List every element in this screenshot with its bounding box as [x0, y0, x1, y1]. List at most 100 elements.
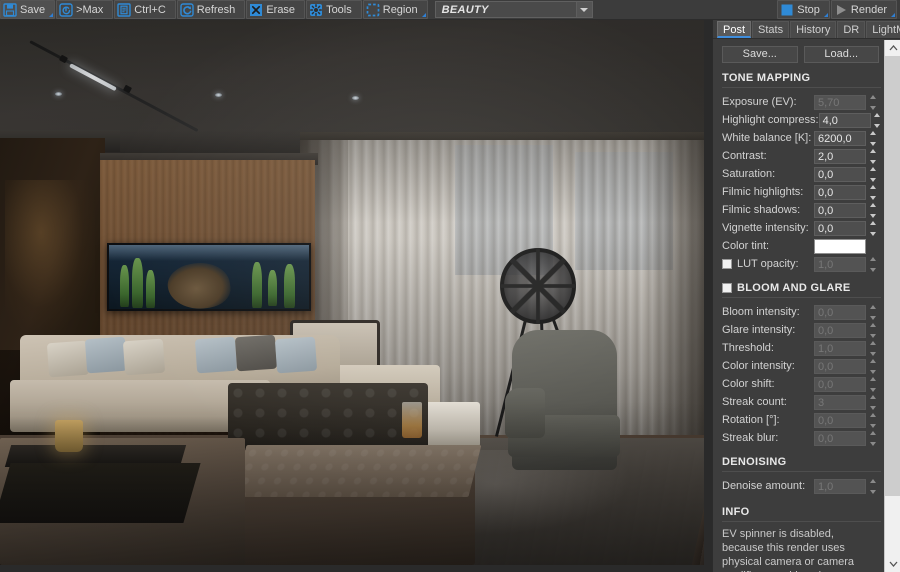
max-transfer-icon [59, 2, 73, 17]
chevron-up-icon [889, 45, 897, 51]
erase-button-label: Erase [266, 3, 296, 16]
glare-intensity-stepper[interactable] [868, 322, 877, 338]
filmic-shadows-label: Filmic shadows: [722, 204, 801, 216]
render-element-select[interactable]: BEAUTY [434, 1, 593, 18]
row-threshold: Threshold: 1,0 [722, 339, 881, 357]
rotation-stepper[interactable] [868, 412, 877, 428]
color-intensity-input[interactable]: 0,0 [814, 358, 866, 374]
threshold-stepper[interactable] [868, 340, 877, 356]
refresh-button[interactable]: Refresh [176, 0, 246, 19]
contrast-input[interactable]: 2,0 [814, 148, 866, 164]
tab-lightmix[interactable]: LightMix [866, 21, 900, 38]
color-intensity-stepper[interactable] [868, 358, 877, 374]
grey-armchair-arm [505, 388, 545, 438]
send-to-max-button[interactable]: >Max [56, 0, 114, 19]
streak-blur-input[interactable]: 0,0 [814, 430, 866, 446]
render-button[interactable]: Render [830, 0, 897, 19]
save-preset-button[interactable]: Save... [722, 46, 798, 63]
render-element-value: BEAUTY [441, 3, 489, 16]
contrast-label: Contrast: [722, 150, 767, 162]
white-balance-input[interactable]: 6200,0 [814, 130, 866, 146]
color-tint-label: Color tint: [722, 240, 770, 252]
load-preset-button[interactable]: Load... [803, 46, 879, 63]
row-white-balance: White balance [K]: 6200,0 [722, 129, 881, 147]
stop-button[interactable]: Stop [777, 0, 830, 19]
section-bloom-and-glare: BLOOM AND GLARE [722, 282, 881, 298]
scroll-up-arrow[interactable] [885, 40, 900, 56]
info-message: EV spinner is disabled, because this ren… [722, 528, 855, 572]
erase-button[interactable]: Erase [246, 0, 306, 19]
copy-button[interactable]: Ctrl+C [114, 0, 176, 19]
exposure-input[interactable]: 5,70 [814, 94, 866, 110]
scroll-down-arrow[interactable] [885, 556, 900, 572]
aquarium-plant [120, 265, 129, 307]
preset-io-row: Save... Load... [722, 46, 881, 63]
vignette-intensity-stepper[interactable] [868, 220, 877, 236]
region-button[interactable]: Region [362, 0, 428, 19]
throw-cushion [274, 336, 318, 374]
tripod-dish-lamp-spokes [500, 248, 576, 324]
white-balance-label: White balance [K]: [722, 132, 812, 144]
section-info-title: INFO [722, 506, 750, 518]
glare-intensity-input[interactable]: 0,0 [814, 322, 866, 338]
lut-opacity-input[interactable]: 1,0 [814, 256, 866, 272]
tab-history-label: History [796, 24, 831, 36]
tab-history[interactable]: History [790, 21, 837, 38]
bloom-and-glare-checkbox[interactable] [722, 283, 732, 293]
scrollbar-thumb[interactable] [885, 56, 900, 496]
tab-post[interactable]: Post [717, 21, 752, 38]
tab-dr[interactable]: DR [837, 21, 866, 38]
streak-count-input[interactable]: 3 [814, 394, 866, 410]
saturation-label: Saturation: [722, 168, 776, 180]
denoise-amount-input[interactable]: 1,0 [814, 478, 866, 494]
filmic-highlights-input[interactable]: 0,0 [814, 184, 866, 200]
filmic-shadows-input[interactable]: 0,0 [814, 202, 866, 218]
denoise-amount-stepper[interactable] [868, 478, 877, 494]
bloom-intensity-input[interactable]: 0,0 [814, 304, 866, 320]
save-button[interactable]: Save [0, 0, 56, 19]
tab-stats[interactable]: Stats [752, 21, 790, 38]
filmic-highlights-label: Filmic highlights: [722, 186, 804, 198]
lut-opacity-stepper[interactable] [868, 256, 877, 272]
render-image[interactable] [0, 20, 704, 565]
white-balance-stepper[interactable] [868, 130, 877, 146]
row-lut-opacity: LUT opacity: 1,0 [722, 255, 881, 273]
gear-icon [309, 3, 323, 17]
exposure-stepper[interactable] [868, 94, 877, 110]
highlight-compress-stepper[interactable] [873, 112, 882, 128]
vfb-window: Save >Max Ctrl+C Refresh Erase Tools Reg… [0, 0, 900, 572]
row-saturation: Saturation: 0,0 [722, 165, 881, 183]
lut-opacity-checkbox[interactable] [722, 259, 732, 269]
aquarium-plant [252, 262, 262, 308]
exposure-label: Exposure (EV): [722, 96, 797, 108]
chevron-down-icon[interactable] [575, 2, 592, 17]
color-shift-input[interactable]: 0,0 [814, 376, 866, 392]
ceiling-spot [215, 93, 222, 97]
vignette-intensity-input[interactable]: 0,0 [814, 220, 866, 236]
clipboard-icon [117, 2, 131, 17]
panel-scrollbar[interactable] [884, 40, 900, 572]
saturation-stepper[interactable] [868, 166, 877, 182]
render-button-label: Render [850, 3, 887, 16]
refresh-icon [180, 2, 194, 17]
bloom-intensity-stepper[interactable] [868, 304, 877, 320]
contrast-stepper[interactable] [868, 148, 877, 164]
throw-cushion [234, 334, 278, 372]
floppy-disk-icon [3, 2, 17, 17]
region-dashed-icon [366, 3, 380, 17]
threshold-input[interactable]: 1,0 [814, 340, 866, 356]
highlight-compress-input[interactable]: 4,0 [818, 112, 871, 128]
saturation-input[interactable]: 0,0 [814, 166, 866, 182]
streak-blur-stepper[interactable] [868, 430, 877, 446]
color-tint-swatch[interactable] [814, 238, 866, 254]
color-shift-stepper[interactable] [868, 376, 877, 392]
throw-cushion [122, 338, 166, 376]
tab-post-label: Post [723, 24, 746, 36]
streak-count-stepper[interactable] [868, 394, 877, 410]
filmic-highlights-stepper[interactable] [868, 184, 877, 200]
rotation-input[interactable]: 0,0 [814, 412, 866, 428]
rotation-label: Rotation [°]: [722, 414, 780, 426]
render-viewport[interactable] [0, 20, 712, 572]
tools-button[interactable]: Tools [306, 0, 362, 19]
filmic-shadows-stepper[interactable] [868, 202, 877, 218]
